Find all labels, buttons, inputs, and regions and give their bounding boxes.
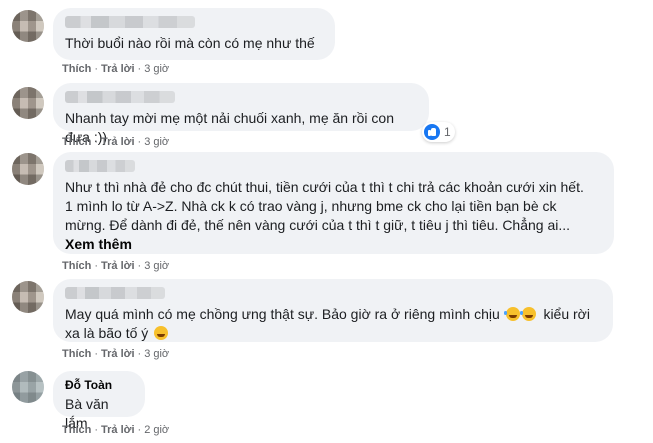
avatar[interactable] xyxy=(12,87,44,119)
like-link[interactable]: Thích xyxy=(62,136,91,148)
comment-bubble: Đỗ Toàn Bà văn lắm xyxy=(53,371,145,431)
blurred-author-name[interactable] xyxy=(65,287,165,299)
comment-actions: Thích · Trả lời · 3 giờ xyxy=(62,348,170,360)
comment-text: Như t thì nhà đẻ cho đc chút thui, tiền … xyxy=(65,179,584,233)
avatar[interactable] xyxy=(12,371,44,403)
blurred-author-name[interactable] xyxy=(65,16,195,28)
timestamp[interactable]: 3 giờ xyxy=(144,136,169,148)
like-reaction-icon xyxy=(424,124,440,140)
comment-bubble: Nhanh tay mời mẹ một nải chuối xanh, mẹ … xyxy=(53,83,429,145)
comment-text: May quá mình có mẹ chồng ưng thật sự. Bả… xyxy=(65,306,590,341)
like-link[interactable]: Thích xyxy=(62,63,91,75)
like-link[interactable]: Thích xyxy=(62,260,91,272)
timestamp[interactable]: 2 giờ xyxy=(144,424,169,436)
comment-bubble: Như t thì nhà đẻ cho đc chút thui, tiền … xyxy=(53,152,614,254)
blurred-author-name[interactable] xyxy=(65,91,175,103)
see-more-link[interactable]: Xem thêm xyxy=(65,235,602,254)
timestamp[interactable]: 3 giờ xyxy=(144,348,169,360)
comment-actions: Thích · Trả lời · 2 giờ xyxy=(62,424,170,436)
rolling-laughing-emoji-icon xyxy=(519,307,536,321)
comment-author-name[interactable]: Đỗ Toàn xyxy=(65,378,133,393)
comment-actions: Thích · Trả lời · 3 giờ xyxy=(62,136,170,148)
rolling-laughing-emoji-icon xyxy=(503,307,520,321)
comment-bubble: May quá mình có mẹ chồng ưng thật sự. Bả… xyxy=(53,279,613,342)
comment-actions: Thích · Trả lời · 3 giờ xyxy=(62,63,170,75)
avatar[interactable] xyxy=(12,153,44,185)
crying-face-emoji-icon xyxy=(154,326,169,340)
like-link[interactable]: Thích xyxy=(62,424,91,436)
like-link[interactable]: Thích xyxy=(62,348,91,360)
reply-link[interactable]: Trả lời xyxy=(101,424,135,436)
avatar[interactable] xyxy=(12,10,44,42)
comment-actions: Thích · Trả lời · 3 giờ xyxy=(62,260,170,272)
blurred-author-name[interactable] xyxy=(65,160,135,172)
avatar[interactable] xyxy=(12,281,44,313)
reply-link[interactable]: Trả lời xyxy=(101,63,135,75)
timestamp[interactable]: 3 giờ xyxy=(144,260,169,272)
timestamp[interactable]: 3 giờ xyxy=(144,63,169,75)
comment-bubble: Thời buổi nào rồi mà còn có mẹ như thế xyxy=(53,8,335,60)
reply-link[interactable]: Trả lời xyxy=(101,348,135,360)
comment-text: Thời buổi nào rồi mà còn có mẹ như thế xyxy=(65,35,315,51)
reaction-summary[interactable]: 1 xyxy=(422,122,455,142)
reaction-count: 1 xyxy=(444,125,451,139)
reply-link[interactable]: Trả lời xyxy=(101,260,135,272)
reply-link[interactable]: Trả lời xyxy=(101,136,135,148)
